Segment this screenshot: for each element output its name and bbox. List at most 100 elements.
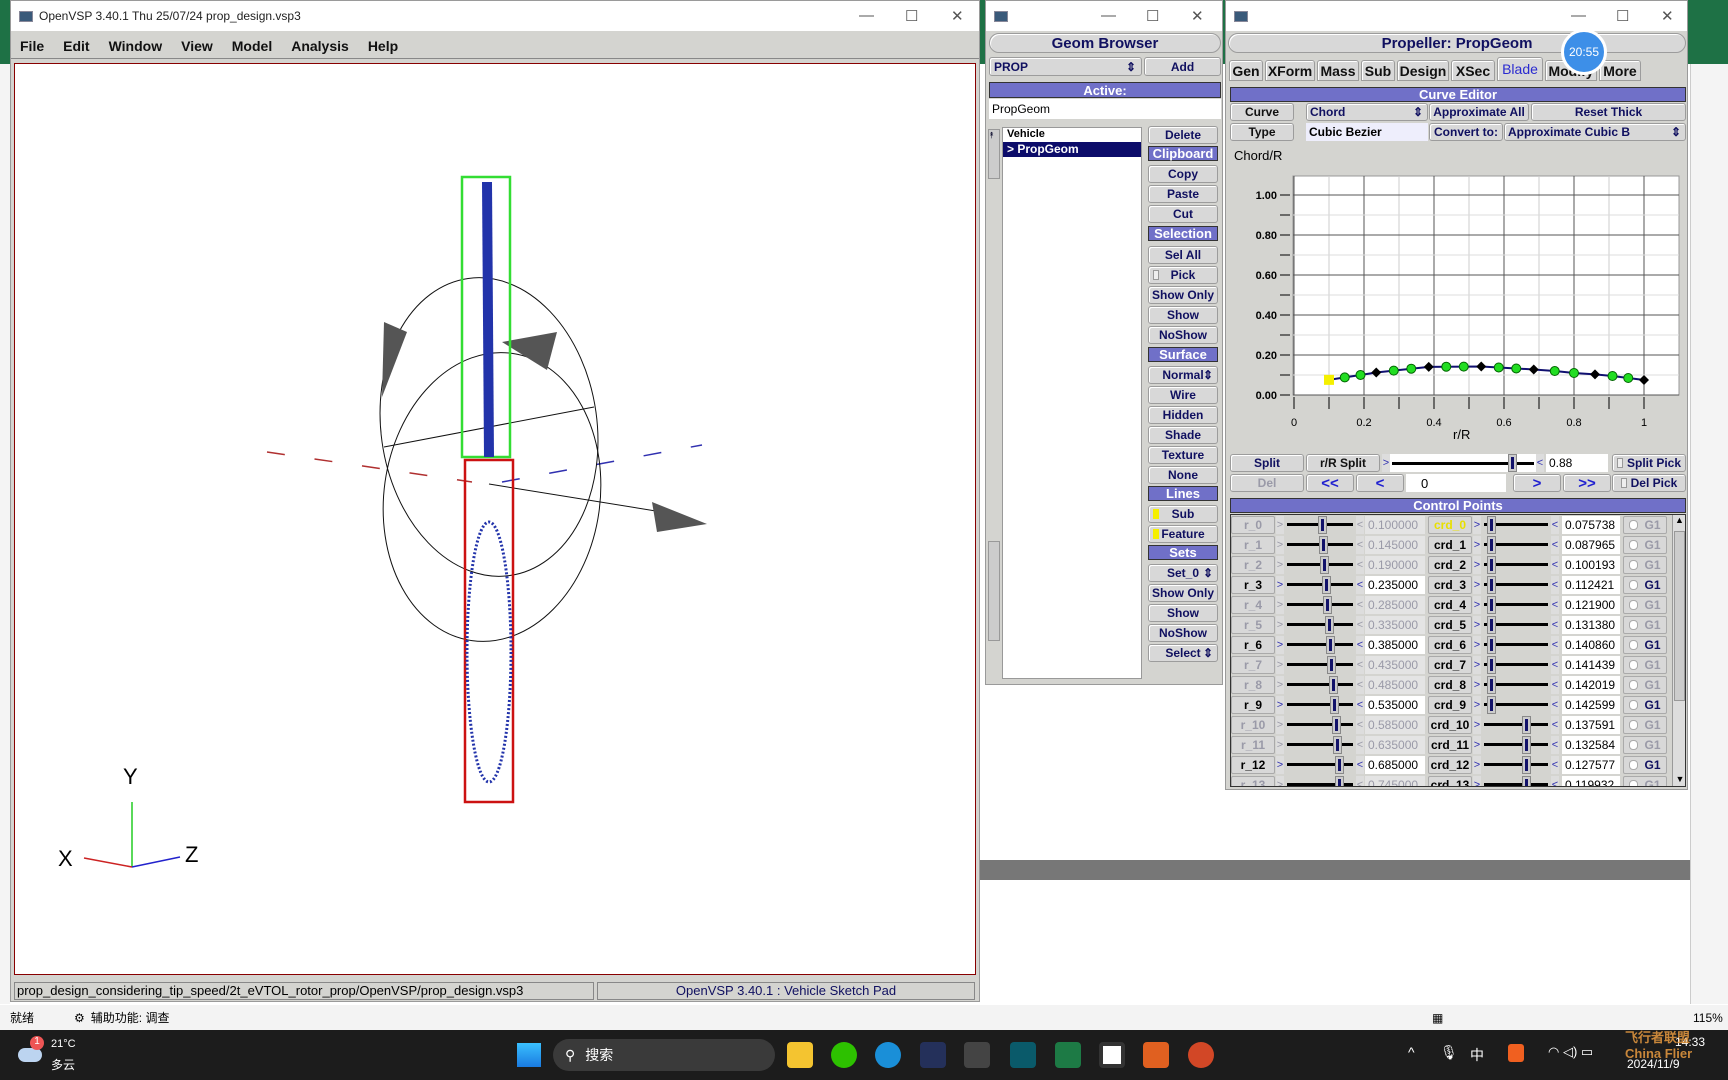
curve-select[interactable]: Chord ⇕ — [1306, 103, 1428, 121]
crd-label[interactable]: crd_0 — [1428, 516, 1472, 534]
tree-scroll-top[interactable]: ⯭ — [988, 129, 1000, 179]
r-decrement[interactable]: > — [1276, 636, 1284, 654]
tab-blade[interactable]: Blade — [1497, 57, 1543, 81]
r-value[interactable]: 0.235000 — [1365, 576, 1425, 594]
g1-toggle[interactable]: G1 — [1623, 776, 1667, 786]
powerpoint-icon[interactable] — [1188, 1042, 1214, 1068]
crd-increment[interactable]: < — [1551, 576, 1559, 594]
r-decrement[interactable]: > — [1276, 576, 1284, 594]
slider-knob[interactable] — [1319, 536, 1329, 554]
split-button[interactable]: Split — [1230, 454, 1304, 472]
menu-analysis[interactable]: Analysis — [291, 38, 349, 54]
g1-toggle[interactable]: G1 — [1623, 576, 1667, 594]
set-select[interactable]: Set_0 ⇕ — [1148, 564, 1218, 582]
crd-decrement[interactable]: > — [1473, 756, 1481, 774]
g1-toggle[interactable]: G1 — [1623, 676, 1667, 694]
r-increment[interactable]: < — [1356, 776, 1364, 786]
crd-value[interactable]: 0.100193 — [1562, 556, 1620, 574]
terminal-icon[interactable] — [964, 1042, 990, 1068]
crd-label[interactable]: crd_10 — [1428, 716, 1472, 734]
crd-value[interactable]: 0.087965 — [1562, 536, 1620, 554]
r-value[interactable]: 0.285000 — [1365, 596, 1425, 614]
menu-view[interactable]: View — [181, 38, 213, 54]
r-value[interactable]: 0.335000 — [1365, 616, 1425, 634]
wire-button[interactable]: Wire — [1148, 386, 1218, 404]
crd-decrement[interactable]: > — [1473, 676, 1481, 694]
r-increment[interactable]: < — [1356, 716, 1364, 734]
r-increment[interactable]: < — [1356, 676, 1364, 694]
r-decrement[interactable]: > — [1276, 516, 1284, 534]
show-only-button[interactable]: Show Only — [1148, 286, 1218, 304]
sub-lines-toggle[interactable]: Sub — [1148, 505, 1218, 523]
close-button[interactable]: ✕ — [1661, 7, 1674, 25]
crd-label[interactable]: crd_12 — [1428, 756, 1472, 774]
slider-knob[interactable] — [1335, 776, 1344, 786]
propeller-title-bar[interactable]: — ☐ ✕ — [1226, 1, 1687, 31]
minimize-button[interactable]: — — [1101, 7, 1116, 24]
geom-browser-title-bar[interactable]: — ☐ ✕ — [986, 1, 1222, 31]
r-decrement[interactable]: > — [1276, 756, 1284, 774]
pick-toggle[interactable]: Pick — [1148, 266, 1218, 284]
prev-point-button[interactable]: < — [1356, 474, 1404, 492]
crd-decrement[interactable]: > — [1473, 636, 1481, 654]
split-pick-toggle[interactable]: Split Pick — [1612, 454, 1686, 472]
3d-viewport[interactable]: Y X Z — [14, 63, 976, 975]
g1-toggle[interactable]: G1 — [1623, 536, 1667, 554]
slider-knob[interactable] — [1487, 596, 1496, 614]
sets-show-button[interactable]: Show — [1148, 604, 1218, 622]
r-label[interactable]: r_6 — [1231, 636, 1275, 654]
slider-decrement[interactable]: > — [1382, 454, 1390, 472]
crd-label[interactable]: crd_7 — [1428, 656, 1472, 674]
slider-knob[interactable] — [1487, 636, 1496, 654]
slider-knob[interactable] — [1522, 776, 1531, 786]
crd-value[interactable]: 0.131380 — [1562, 616, 1620, 634]
slider-knob[interactable] — [1487, 556, 1496, 574]
ime-indicator[interactable]: 中 — [1470, 1045, 1484, 1065]
r-slider[interactable] — [1285, 536, 1355, 554]
normal-view-icon[interactable]: ▦ — [1432, 1011, 1443, 1025]
r-value[interactable]: 0.685000 — [1365, 756, 1425, 774]
slider-knob[interactable] — [1326, 636, 1335, 654]
r-increment[interactable]: < — [1356, 596, 1364, 614]
maximize-button[interactable]: ☐ — [905, 7, 918, 25]
reset-thick-button[interactable]: Reset Thick — [1531, 103, 1686, 121]
r-decrement[interactable]: > — [1276, 596, 1284, 614]
menu-file[interactable]: File — [20, 38, 44, 54]
crd-value[interactable]: 0.075738 — [1562, 516, 1620, 534]
approximate-all-button[interactable]: Approximate All — [1429, 103, 1529, 121]
main-title-bar[interactable]: OpenVSP 3.40.1 Thu 25/07/24 prop_design.… — [11, 1, 979, 31]
feature-lines-toggle[interactable]: Feature — [1148, 525, 1218, 543]
file-explorer-icon[interactable] — [787, 1042, 813, 1068]
g1-toggle[interactable]: G1 — [1623, 636, 1667, 654]
r-decrement[interactable]: > — [1276, 656, 1284, 674]
r-decrement[interactable]: > — [1276, 536, 1284, 554]
r-label[interactable]: r_3 — [1231, 576, 1275, 594]
tab-design[interactable]: Design — [1397, 60, 1449, 81]
crd-increment[interactable]: < — [1551, 736, 1559, 754]
crd-increment[interactable]: < — [1551, 596, 1559, 614]
microphone-icon[interactable]: 🎙 — [1440, 1044, 1458, 1061]
slider-knob[interactable] — [1334, 756, 1344, 774]
slider-knob[interactable] — [1487, 516, 1496, 534]
sets-select-button[interactable]: Select ⇕ — [1148, 644, 1218, 662]
crd-value[interactable]: 0.142599 — [1562, 696, 1620, 714]
slider-knob[interactable] — [1487, 616, 1496, 634]
point-index-field[interactable]: 0 — [1406, 474, 1506, 492]
r-value[interactable]: 0.145000 — [1365, 536, 1425, 554]
r-value[interactable]: 0.535000 — [1365, 696, 1425, 714]
menu-edit[interactable]: Edit — [63, 38, 89, 54]
scroll-thumb[interactable] — [1674, 531, 1685, 701]
crd-decrement[interactable]: > — [1473, 596, 1481, 614]
r-decrement[interactable]: > — [1276, 776, 1284, 786]
r-slider[interactable] — [1285, 736, 1355, 754]
weather-widget[interactable]: 1 21°C 多云 — [18, 1036, 88, 1074]
crd-increment[interactable]: < — [1551, 656, 1559, 674]
windows-start-icon[interactable] — [517, 1043, 541, 1067]
r-label[interactable]: r_11 — [1231, 736, 1275, 754]
r-slider[interactable] — [1285, 636, 1355, 654]
crd-increment[interactable]: < — [1551, 716, 1559, 734]
crd-slider[interactable] — [1482, 696, 1550, 714]
r-slider[interactable] — [1285, 776, 1355, 786]
slider-knob[interactable] — [1487, 536, 1496, 554]
tree-item-propgeom[interactable]: > PropGeom — [1003, 142, 1141, 157]
